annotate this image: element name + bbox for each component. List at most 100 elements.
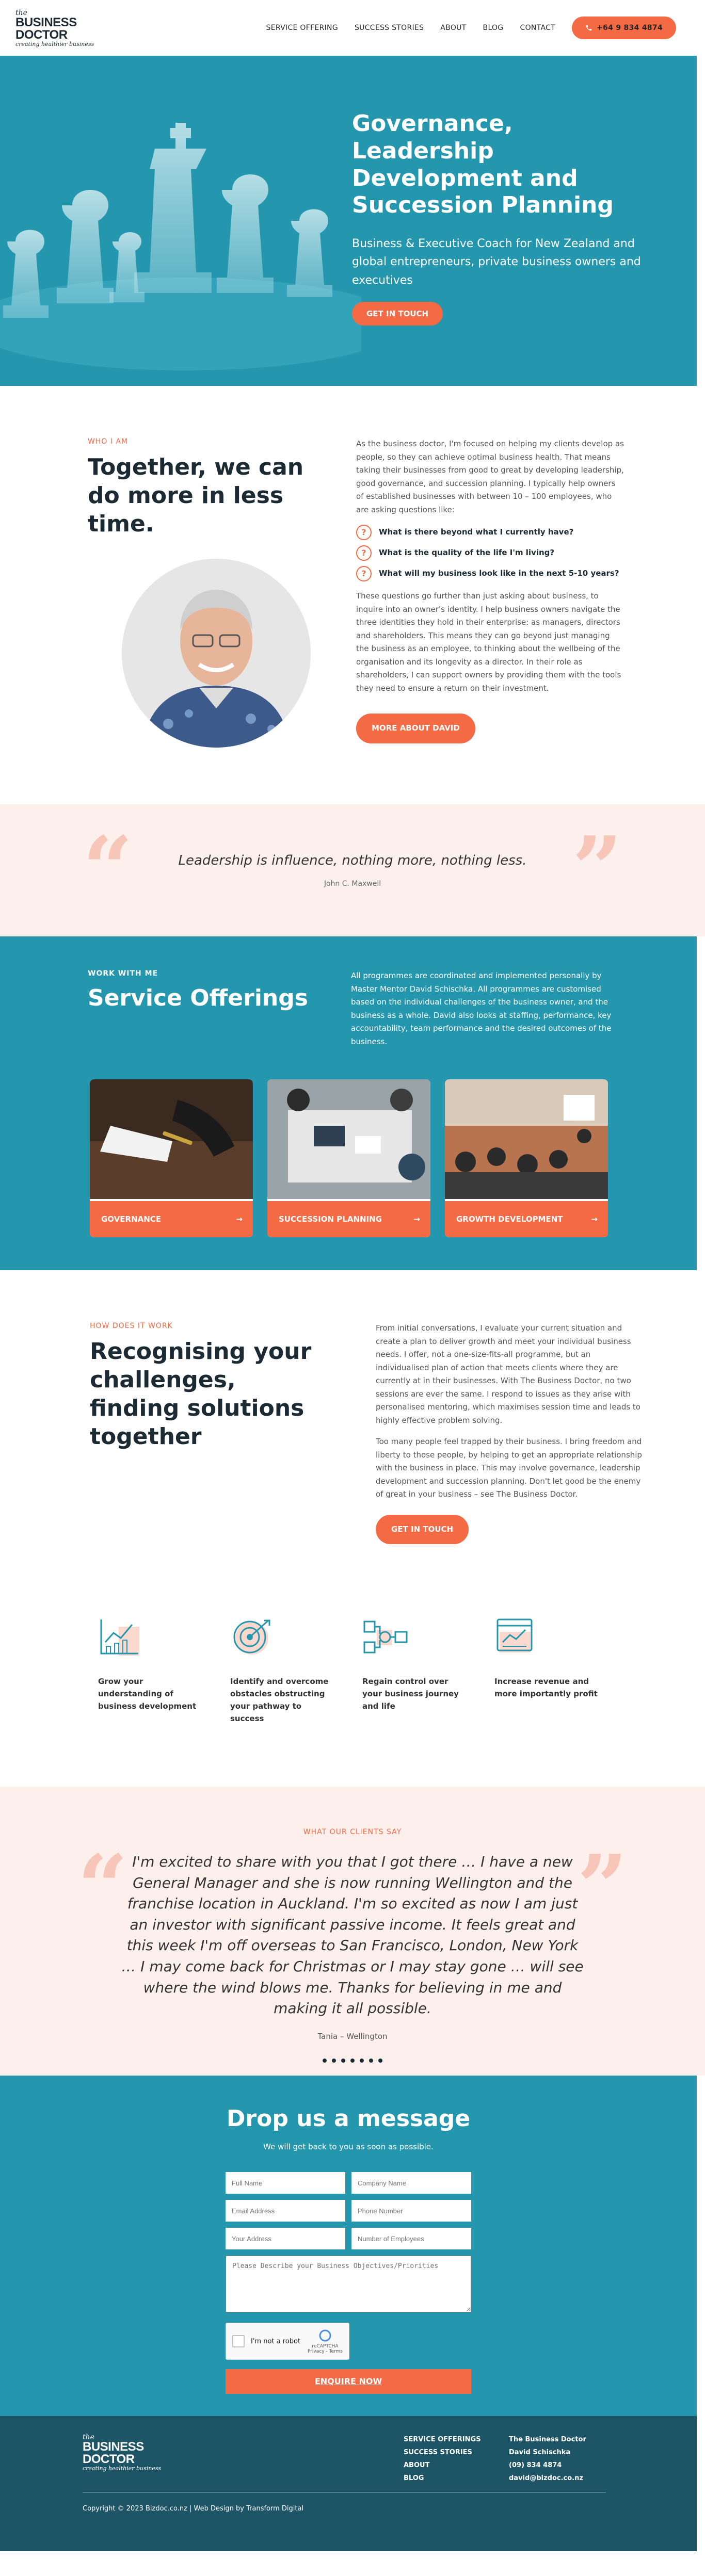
feature-text: Increase revenue and more importantly pr…: [494, 1677, 598, 1698]
enquiry-form: I'm not a robot reCAPTCHA Privacy - Term…: [226, 2172, 471, 2394]
hero-get-in-touch-button[interactable]: GET IN TOUCH: [352, 301, 443, 326]
card-label: GROWTH DEVELOPMENT: [456, 1214, 563, 1224]
recaptcha-icon: [319, 2329, 331, 2341]
about-eyebrow: WHO I AM: [88, 438, 129, 446]
close-quote-icon: ”: [572, 817, 622, 920]
services-section: WORK WITH ME Service Offerings All progr…: [0, 936, 697, 1270]
message-field[interactable]: [226, 2256, 471, 2312]
how-paragraph-1: From initial conversations, I evaluate y…: [376, 1323, 640, 1425]
carousel-dot[interactable]: [369, 2058, 373, 2063]
carousel-dot[interactable]: [350, 2058, 355, 2063]
feature-text: Grow your understanding of business deve…: [98, 1677, 197, 1711]
footer-divider: [83, 2492, 606, 2493]
recaptcha-links[interactable]: Privacy - Terms: [308, 2349, 343, 2354]
feature-text: Regain control over your business journe…: [362, 1677, 459, 1711]
phone-button[interactable]: +64 9 834 4874: [572, 17, 676, 39]
address-field[interactable]: [226, 2228, 345, 2249]
how-get-in-touch-button[interactable]: GET IN TOUCH: [376, 1514, 469, 1544]
growth-chart-icon: [100, 1619, 139, 1656]
carousel-dot[interactable]: [360, 2058, 364, 2063]
footer-company: The Business Doctor: [509, 2436, 586, 2443]
features-section: Grow your understanding of business deve…: [0, 1544, 705, 1787]
workflow-icon: [363, 1621, 408, 1654]
site-logo[interactable]: the BUSINESS DOCTOR creating healthier b…: [15, 9, 94, 47]
card-label: SUCCESSION PLANNING: [279, 1214, 382, 1224]
carousel-dot[interactable]: [332, 2058, 336, 2063]
question-icon: ?: [356, 525, 372, 540]
nav-service-offering[interactable]: SERVICE OFFERING: [266, 24, 338, 32]
carousel-dot[interactable]: [341, 2058, 345, 2063]
phone-field[interactable]: [351, 2200, 471, 2222]
close-quote-icon: ”: [577, 1836, 628, 1939]
footer-phone[interactable]: (09) 834 4874: [509, 2461, 586, 2469]
chess-pieces-image: [0, 123, 361, 370]
footer-person: David Schischka: [509, 2449, 571, 2456]
recaptcha-checkbox[interactable]: [232, 2335, 245, 2347]
how-title: Recognising your challenges, finding sol…: [90, 1338, 312, 1450]
question-text: What will my business look like in the n…: [379, 569, 619, 578]
carousel-dot[interactable]: [323, 2058, 327, 2063]
recaptcha-label: I'm not a robot: [251, 2337, 301, 2345]
footer-link-success-stories[interactable]: SUCCESS STORIES: [404, 2449, 481, 2456]
recaptcha-widget: I'm not a robot reCAPTCHA Privacy - Term…: [226, 2323, 349, 2360]
about-body: These questions go further than just ask…: [356, 591, 621, 693]
logo-name-line1: BUSINESS: [83, 2440, 144, 2454]
card-label: GOVERNANCE: [101, 1214, 162, 1224]
feature-text: Identify and overcome obstacles obstruct…: [230, 1677, 329, 1723]
feature-item: Regain control over your business journe…: [362, 1616, 466, 1725]
arrow-right-icon: →: [236, 1214, 243, 1224]
about-intro: As the business doctor, I'm focused on h…: [356, 439, 624, 514]
open-quote-icon: “: [83, 817, 133, 920]
footer-link-about[interactable]: ABOUT: [404, 2461, 481, 2469]
testimonial-text: I'm excited to share with you that I got…: [121, 1853, 584, 2017]
footer-logo[interactable]: the BUSINESS DOCTOR creating healthier b…: [83, 2434, 161, 2471]
nav-about[interactable]: ABOUT: [440, 24, 466, 32]
how-section: HOW DOES IT WORK Recognising your challe…: [0, 1270, 705, 1544]
enquire-now-button[interactable]: ENQUIRE NOW: [226, 2369, 471, 2394]
arrow-right-icon: →: [413, 1214, 420, 1224]
site-footer: the BUSINESS DOCTOR creating healthier b…: [0, 2416, 697, 2551]
question-text: What is there beyond what I currently ha…: [379, 527, 574, 537]
hero-content: Governance, Leadership Development and S…: [352, 110, 641, 326]
contact-title: Drop us a message: [226, 2105, 471, 2132]
services-eyebrow: WORK WITH ME: [88, 969, 158, 978]
question-item: ? What will my business look like in the …: [356, 566, 624, 581]
testimonial-author: Tania – Wellington: [317, 2031, 388, 2041]
feature-item: Grow your understanding of business deve…: [98, 1616, 201, 1725]
governance-image: [90, 1079, 253, 1199]
email-field[interactable]: [226, 2200, 345, 2222]
contact-section: Drop us a message We will get back to yo…: [0, 2076, 697, 2416]
open-quote-icon: “: [77, 1836, 128, 1939]
question-text: What is the quality of the life I'm livi…: [379, 548, 555, 558]
question-item: ? What is the quality of the life I'm liv…: [356, 545, 624, 561]
employees-field[interactable]: [351, 2228, 471, 2249]
service-card-governance[interactable]: GOVERNANCE →: [90, 1079, 253, 1237]
footer-links: SERVICE OFFERINGS SUCCESS STORIES ABOUT …: [404, 2436, 481, 2482]
carousel-dot[interactable]: [378, 2058, 382, 2063]
footer-email[interactable]: david@bizdoc.co.nz: [509, 2474, 586, 2482]
growth-development-image: [445, 1079, 608, 1199]
feature-item: Increase revenue and more importantly pr…: [494, 1616, 598, 1725]
service-card-succession-planning[interactable]: SUCCESSION PLANNING →: [267, 1079, 430, 1237]
logo-name-line2: DOCTOR: [15, 27, 68, 42]
testimonial-section: “ ” WHAT OUR CLIENTS SAY I'm excited to …: [0, 1787, 705, 2076]
carousel-dots: [0, 2058, 705, 2063]
contact-subtitle: We will get back to you as soon as possi…: [263, 2142, 434, 2151]
logo-tagline: creating healthier business: [15, 40, 94, 47]
recaptcha-logo: reCAPTCHA Privacy - Terms: [308, 2329, 343, 2354]
phone-number: +64 9 834 4874: [597, 24, 663, 32]
service-card-growth-development[interactable]: GROWTH DEVELOPMENT →: [445, 1079, 608, 1237]
arrow-right-icon: →: [591, 1214, 598, 1224]
company-name-field[interactable]: [351, 2172, 471, 2194]
footer-link-service-offerings[interactable]: SERVICE OFFERINGS: [404, 2436, 481, 2443]
more-about-david-button[interactable]: MORE ABOUT DAVID: [356, 714, 475, 743]
footer-link-blog[interactable]: BLOG: [404, 2474, 481, 2482]
nav-success-stories[interactable]: SUCCESS STORIES: [355, 24, 424, 32]
full-name-field[interactable]: [226, 2172, 345, 2194]
logo-tagline: creating healthier business: [83, 2465, 162, 2472]
hero-title: Governance, Leadership Development and S…: [352, 110, 614, 219]
quote-text: Leadership is influence, nothing more, n…: [178, 853, 527, 868]
recaptcha-brand: reCAPTCHA: [312, 2343, 339, 2349]
nav-contact[interactable]: CONTACT: [520, 24, 556, 32]
nav-blog[interactable]: BLOG: [483, 24, 504, 32]
